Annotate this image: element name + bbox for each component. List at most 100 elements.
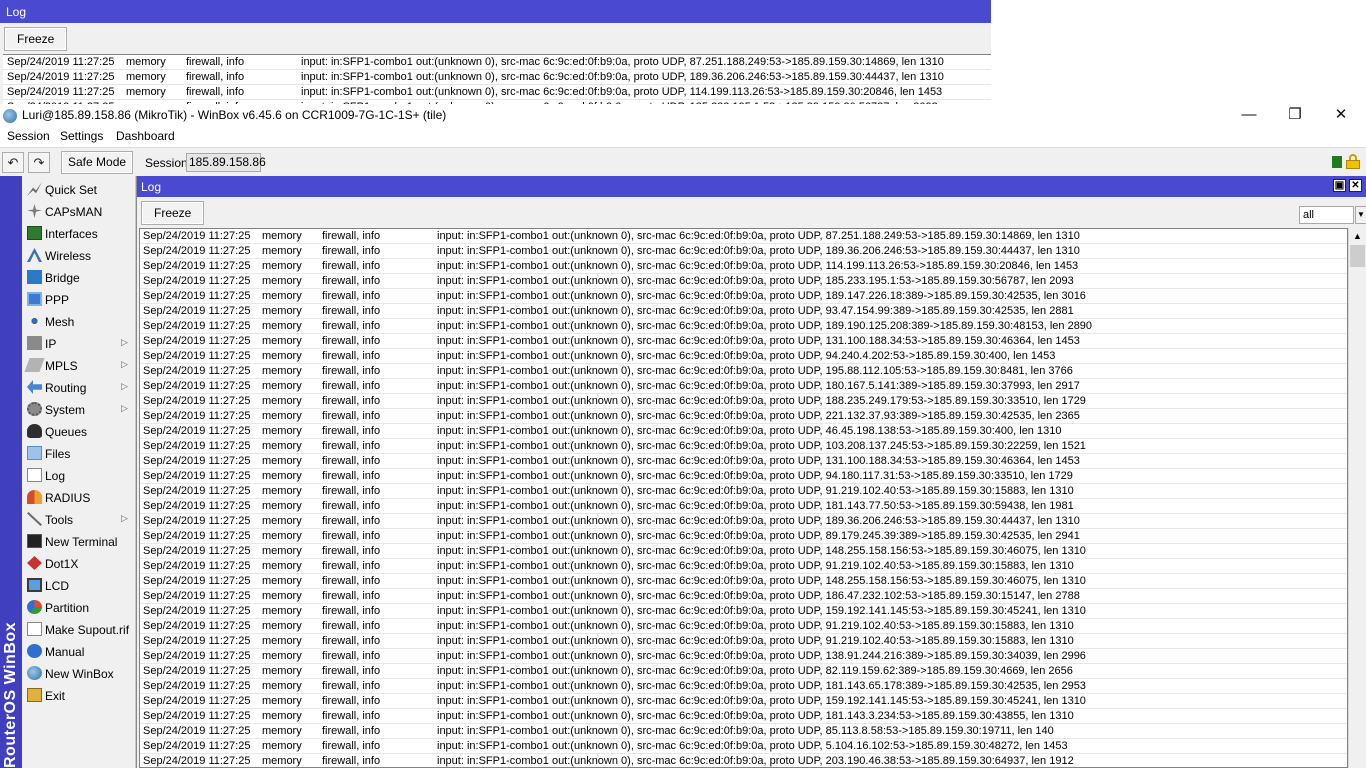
log-row[interactable]: Sep/24/2019 11:27:25 memory firewall, info… <box>3 70 991 85</box>
window-titlebar[interactable]: Luri@185.89.158.86 (MikroTik) - WinBox v… <box>0 104 1366 128</box>
safe-mode-button[interactable]: Safe Mode <box>61 151 134 174</box>
undo-icon[interactable]: ↶ <box>2 152 24 173</box>
sidebar-item-ppp[interactable]: PPP <box>22 288 135 310</box>
sidebar-item-system[interactable]: System ▷ <box>22 398 135 420</box>
scroll-up-icon[interactable]: ▲ <box>1350 230 1365 243</box>
log-row[interactable]: Sep/24/2019 11:27:25 memory firewall, info… <box>140 559 1347 574</box>
log-list[interactable]: Sep/24/2019 11:27:25 memory firewall, info… <box>139 228 1348 768</box>
background-freeze-button[interactable]: Freeze <box>4 27 68 51</box>
log-row[interactable]: Sep/24/2019 11:27:25 memory firewall, info… <box>140 589 1347 604</box>
log-topics: firewall, info <box>322 725 381 737</box>
sidebar-item-exit[interactable]: Exit <box>22 684 135 706</box>
log-row[interactable]: Sep/24/2019 11:27:25 memory firewall, info… <box>140 499 1347 514</box>
log-row[interactable]: Sep/24/2019 11:27:25 memory firewall, info… <box>140 544 1347 559</box>
log-row[interactable]: Sep/24/2019 11:27:25 memory firewall, info… <box>140 394 1347 409</box>
close-window-button[interactable]: ✕ <box>1318 104 1364 128</box>
log-row[interactable]: Sep/24/2019 11:27:25 memory firewall, info… <box>140 334 1347 349</box>
partition-icon <box>27 600 42 614</box>
sidebar-item-mesh[interactable]: Mesh <box>22 310 135 332</box>
sidebar-item-log[interactable]: Log <box>22 464 135 486</box>
log-row[interactable]: Sep/24/2019 11:27:25 memory firewall, info… <box>140 469 1347 484</box>
log-row[interactable]: Sep/24/2019 11:27:25 memory firewall, info… <box>140 484 1347 499</box>
log-row[interactable]: Sep/24/2019 11:27:25 memory firewall, info… <box>140 529 1347 544</box>
close-icon[interactable]: ✕ <box>1349 179 1362 192</box>
sidebar-item-manual[interactable]: Manual <box>22 640 135 662</box>
log-row[interactable]: Sep/24/2019 11:27:25 memory firewall, info… <box>140 259 1347 274</box>
log-row[interactable]: Sep/24/2019 11:27:25 memory firewall, info… <box>140 454 1347 469</box>
log-buffer: memory <box>262 320 302 332</box>
log-row[interactable]: Sep/24/2019 11:27:25 memory firewall, info… <box>140 319 1347 334</box>
sidebar-item-radius[interactable]: RADIUS <box>22 486 135 508</box>
sidebar-item-mpls[interactable]: MPLS ▷ <box>22 354 135 376</box>
scroll-thumb[interactable] <box>1350 245 1365 267</box>
minimize-button[interactable]: — <box>1226 104 1272 128</box>
session-field[interactable]: 185.89.158.86 <box>186 153 266 172</box>
log-row[interactable]: Sep/24/2019 11:27:25 memory firewall, info… <box>140 289 1347 304</box>
dot1x-icon <box>27 556 42 570</box>
sidebar-item-partition[interactable]: Partition <box>22 596 135 618</box>
sidebar-item-bridge[interactable]: Bridge <box>22 266 135 288</box>
log-row[interactable]: Sep/24/2019 11:27:25 memory firewall, info… <box>140 379 1347 394</box>
log-row[interactable]: Sep/24/2019 11:27:25 memory firewall, info… <box>140 754 1347 767</box>
sidebar-item-new-terminal[interactable]: New Terminal <box>22 530 135 552</box>
log-row[interactable]: Sep/24/2019 11:27:25 memory firewall, info… <box>140 349 1347 364</box>
menu-dashboard[interactable]: Dashboard <box>116 129 175 143</box>
log-row[interactable]: Sep/24/2019 11:27:25 memory firewall, info… <box>140 514 1347 529</box>
log-buffer: memory <box>262 425 302 437</box>
exit-icon <box>27 688 42 702</box>
log-window-titlebar[interactable]: Log ▣ ✕ <box>137 176 1366 197</box>
log-row[interactable]: Sep/24/2019 11:27:25 memory firewall, info… <box>140 274 1347 289</box>
sidebar-item-queues[interactable]: Queues <box>22 420 135 442</box>
sidebar-item-ip[interactable]: IP ▷ <box>22 332 135 354</box>
log-message: input: in:SFP1-combo1 out:(unknown 0), s… <box>437 335 1080 347</box>
sidebar-item-routing[interactable]: Routing ▷ <box>22 376 135 398</box>
log-topics: firewall, info <box>322 455 381 467</box>
log-row[interactable]: Sep/24/2019 11:27:25 memory firewall, info… <box>140 649 1347 664</box>
maximize-button[interactable]: ❐ <box>1272 104 1318 128</box>
log-row[interactable]: Sep/24/2019 11:27:25 memory firewall, info… <box>140 574 1347 589</box>
log-row[interactable]: Sep/24/2019 11:27:25 memory firewall, info… <box>140 364 1347 379</box>
log-row[interactable]: Sep/24/2019 11:27:25 memory firewall, info… <box>140 679 1347 694</box>
log-row[interactable]: Sep/24/2019 11:27:25 memory firewall, info… <box>140 424 1347 439</box>
sidebar-item-files[interactable]: Files <box>22 442 135 464</box>
sidebar-item-capsman[interactable]: CAPsMAN <box>22 200 135 222</box>
log-topics: firewall, info <box>322 515 381 527</box>
sidebar-item-lcd[interactable]: LCD <box>22 574 135 596</box>
redo-icon[interactable]: ↷ <box>28 152 50 173</box>
background-log-list[interactable]: Sep/24/2019 11:27:25 memory firewall, info… <box>3 54 991 104</box>
log-row[interactable]: Sep/24/2019 11:27:25 memory firewall, info… <box>140 304 1347 319</box>
log-row[interactable]: Sep/24/2019 11:27:25 memory firewall, info… <box>140 664 1347 679</box>
chevron-down-icon[interactable]: ▼ <box>1355 206 1366 224</box>
sidebar-item-interfaces[interactable]: Interfaces <box>22 222 135 244</box>
log-row[interactable]: Sep/24/2019 11:27:25 memory firewall, info… <box>3 85 991 100</box>
menu-settings[interactable]: Settings <box>60 129 103 143</box>
log-row[interactable]: Sep/24/2019 11:27:25 memory firewall, info… <box>140 724 1347 739</box>
sidebar-item-dot1x[interactable]: Dot1X <box>22 552 135 574</box>
log-row[interactable]: Sep/24/2019 11:27:25 memory firewall, info… <box>140 439 1347 454</box>
sidebar-item-make-supout-rif[interactable]: Make Supout.rif <box>22 618 135 640</box>
log-row[interactable]: Sep/24/2019 11:27:25 memory firewall, info… <box>140 244 1347 259</box>
sidebar-item-new-winbox[interactable]: New WinBox <box>22 662 135 684</box>
sidebar-item-label: System <box>45 403 86 417</box>
log-row[interactable]: Sep/24/2019 11:27:25 memory firewall, info… <box>140 694 1347 709</box>
menu-session[interactable]: Session <box>7 129 50 143</box>
log-time: Sep/24/2019 11:27:25 <box>143 365 251 377</box>
log-row[interactable]: Sep/24/2019 11:27:25 memory firewall, info… <box>140 619 1347 634</box>
freeze-button[interactable]: Freeze <box>141 201 205 225</box>
sidebar-item-label: Files <box>45 447 71 461</box>
log-buffer: memory <box>262 590 302 602</box>
restore-icon[interactable]: ▣ <box>1333 179 1346 192</box>
log-row[interactable]: Sep/24/2019 11:27:25 memory firewall, info… <box>3 55 991 70</box>
log-row[interactable]: Sep/24/2019 11:27:25 memory firewall, info… <box>140 604 1347 619</box>
sidebar-item-quick-set[interactable]: Quick Set <box>22 178 135 200</box>
log-filter-select[interactable]: all <box>1299 206 1354 224</box>
log-row[interactable]: Sep/24/2019 11:27:25 memory firewall, info… <box>140 739 1347 754</box>
log-row[interactable]: Sep/24/2019 11:27:25 memory firewall, info… <box>140 409 1347 424</box>
log-row[interactable]: Sep/24/2019 11:27:25 memory firewall, info… <box>140 229 1347 244</box>
sidebar-item-wireless[interactable]: Wireless <box>22 244 135 266</box>
log-row[interactable]: Sep/24/2019 11:27:25 memory firewall, info… <box>140 634 1347 649</box>
log-icon <box>27 468 42 482</box>
vertical-scrollbar[interactable]: ▲ <box>1348 228 1366 768</box>
log-row[interactable]: Sep/24/2019 11:27:25 memory firewall, info… <box>140 709 1347 724</box>
sidebar-item-tools[interactable]: Tools ▷ <box>22 508 135 530</box>
